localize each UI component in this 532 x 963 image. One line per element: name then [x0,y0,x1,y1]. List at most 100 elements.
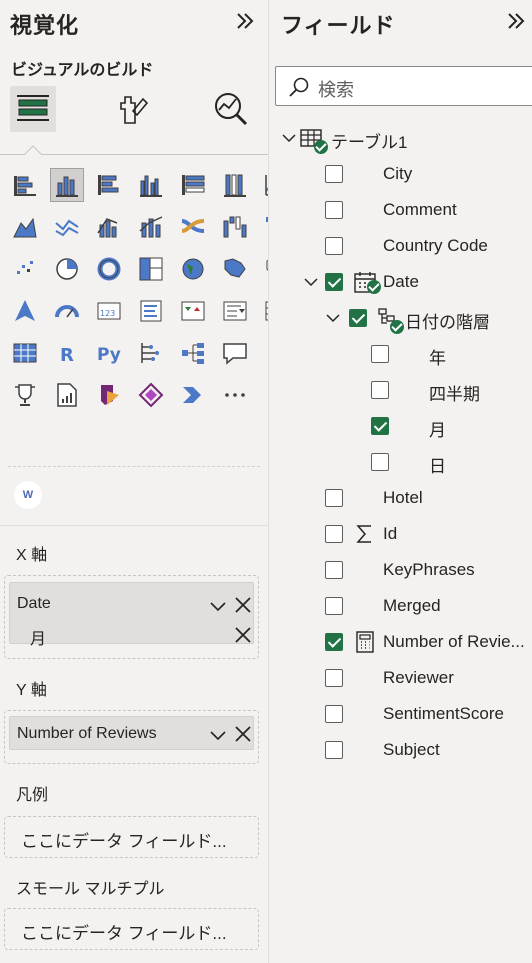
field-checkbox[interactable] [325,489,343,507]
field-checkbox[interactable] [371,381,389,399]
field-row[interactable]: 四半期 [269,372,532,408]
field-row[interactable]: Reviewer [269,660,532,696]
area-chart-button[interactable] [8,210,42,244]
tab-format-visual[interactable] [110,86,156,132]
field-row[interactable]: City [269,156,532,192]
field-checkbox[interactable] [325,741,343,759]
power-automate-icon [138,382,164,408]
field-checkbox[interactable] [325,597,343,615]
field-checkbox[interactable] [325,705,343,723]
python-visual-button[interactable]: Py [92,336,126,370]
gauge-button[interactable] [50,294,84,328]
scatter-chart-button[interactable] [8,252,42,286]
custom-visual-icon[interactable]: W [14,481,42,509]
remove-subfield-icon[interactable] [234,626,252,644]
donut-chart-button[interactable] [92,252,126,286]
y-axis-field-pill[interactable]: Number of Reviews [9,716,254,750]
field-row[interactable]: SentimentScore [269,696,532,732]
multi-row-card-button[interactable] [134,294,168,328]
r-script-visual-button[interactable]: R [50,336,84,370]
100-stacked-bar-chart-button[interactable] [176,168,210,202]
slicer-button[interactable] [218,294,252,328]
field-label: Comment [383,200,457,219]
remove-field-icon[interactable] [234,596,252,614]
field-checkbox[interactable] [325,237,343,255]
clustered-bar-chart-button[interactable] [92,168,126,202]
field-row[interactable]: 日 [269,444,532,480]
100-stacked-column-chart-button[interactable] [218,168,252,202]
tab-build-visual[interactable] [10,86,56,132]
field-checkbox[interactable] [325,633,343,651]
chevron-down-icon[interactable] [303,274,319,290]
chevron-down-icon[interactable] [209,597,227,615]
small-multiples-well[interactable]: ここにデータ フィールド... [4,908,259,950]
field-checkbox[interactable] [371,453,389,471]
field-checkbox[interactable] [325,165,343,183]
line-clustered-column-button[interactable] [92,210,126,244]
filled-map-button[interactable] [218,252,252,286]
search-placeholder: 検索 [318,80,354,100]
kpi-button[interactable] [176,294,210,328]
paginated-report-button[interactable] [50,378,84,412]
clustered-column-chart-button[interactable] [134,168,168,202]
field-row[interactable]: 年 [269,336,532,372]
field-checkbox[interactable] [325,669,343,687]
goals-button[interactable] [8,378,42,412]
chevron-down-icon[interactable] [325,310,341,326]
stacked-column-chart-button[interactable] [50,168,84,202]
scatter-chart-icon [17,261,33,274]
field-row[interactable]: Country Code [269,228,532,264]
decomposition-tree-button[interactable] [176,336,210,370]
field-checkbox[interactable] [325,525,343,543]
collapse-visualizations-button[interactable] [232,10,258,36]
search-input[interactable]: 検索 [275,66,532,106]
field-row[interactable]: Id [269,516,532,552]
remove-field-icon[interactable] [234,725,252,743]
field-row[interactable]: Hotel [269,480,532,516]
x-axis-field-pill[interactable]: Date 月 [9,582,254,648]
table-node[interactable]: テーブル1 [269,120,532,156]
chevron-down-icon[interactable] [281,130,297,146]
map-button[interactable] [176,252,210,286]
field-checkbox[interactable] [371,417,389,435]
qna-button[interactable] [218,336,252,370]
field-row[interactable]: 日付の階層 [269,300,532,336]
key-influencers-button[interactable] [134,336,168,370]
card-button[interactable]: 123 [92,294,126,328]
more-visuals-button[interactable] [218,378,252,412]
field-checkbox[interactable] [325,273,343,291]
power-automate-flow-button[interactable] [176,378,210,412]
power-automate-button[interactable] [134,378,168,412]
pie-chart-button[interactable] [50,252,84,286]
stacked-bar-chart-button[interactable] [8,168,42,202]
stacked-area-chart-button[interactable] [50,210,84,244]
field-row[interactable]: Subject [269,732,532,768]
legend-well[interactable]: ここにデータ フィールド... [4,816,259,858]
field-row[interactable]: Comment [269,192,532,228]
field-row[interactable]: Number of Revie... [269,624,532,660]
field-checkbox[interactable] [325,201,343,219]
treemap-button[interactable] [134,252,168,286]
azure-map-button[interactable] [8,294,42,328]
field-label: City [383,164,413,183]
power-apps-button[interactable] [92,378,126,412]
key-influencers-icon [141,343,159,363]
collapse-fields-button[interactable] [503,10,529,36]
tab-analytics[interactable] [208,86,254,132]
ribbon-chart-button[interactable] [176,210,210,244]
y-axis-well[interactable]: Number of Reviews [4,710,259,764]
line-stacked-column-button[interactable] [134,210,168,244]
field-label: Hotel [383,488,423,507]
field-checkbox[interactable] [371,345,389,363]
field-checkbox[interactable] [349,309,367,327]
chevron-down-icon[interactable] [209,726,227,744]
waterfall-chart-button[interactable] [218,210,252,244]
x-axis-well[interactable]: Date 月 [4,575,259,659]
matrix-button[interactable] [8,336,42,370]
field-row[interactable]: 月 [269,408,532,444]
field-row[interactable]: Merged [269,588,532,624]
field-checkbox[interactable] [325,561,343,579]
stacked-bar-chart-icon [14,176,36,196]
field-row[interactable]: KeyPhrases [269,552,532,588]
field-row[interactable]: Date [269,264,532,300]
